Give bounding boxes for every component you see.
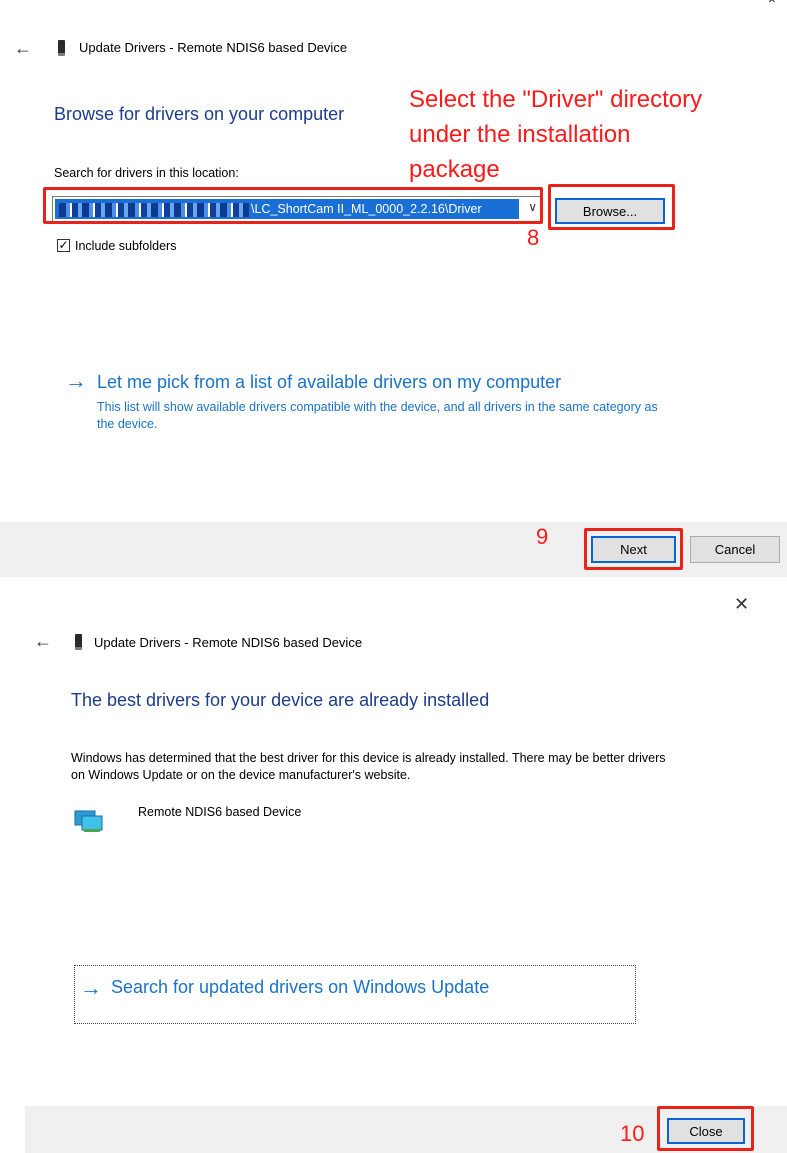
annotation-text-line3: package [409,156,500,183]
page-heading: The best drivers for your device are alr… [71,690,490,710]
windows-update-link[interactable]: Search for updated drivers on Windows Up… [111,977,489,998]
highlight-box-path [43,187,543,224]
cancel-button[interactable]: Cancel [690,536,780,563]
step-10-label: 10 [620,1121,645,1146]
arrow-right-icon: → [80,975,102,1000]
annotation-text-line1: Select the "Driver" directory [409,86,703,113]
highlight-box-close [657,1106,754,1151]
status-message: Windows has determined that the best dri… [71,751,666,782]
back-arrow-icon[interactable]: ← [14,39,32,57]
drivers-installed-dialog: ✕ ← Update Drivers - Remote NDIS6 based … [0,580,787,1153]
device-icon [58,40,65,56]
highlight-box-next [584,528,683,570]
include-subfolders-label: Include subfolders [75,239,177,253]
arrow-right-icon: → [65,368,87,393]
search-location-label: Search for drivers in this location: [54,166,239,180]
network-adapter-icon [74,810,103,832]
device-icon [75,634,82,650]
highlight-box-browse [548,184,675,230]
pick-driver-description: This list will show available drivers co… [97,400,658,431]
include-subfolders-checkbox[interactable]: ✓ [57,239,70,252]
pick-driver-link[interactable]: Let me pick from a list of available dri… [97,372,561,393]
window-title: Update Drivers - Remote NDIS6 based Devi… [94,635,363,650]
close-icon[interactable]: ✕ [734,594,749,615]
step-8-label: 8 [527,225,540,250]
page-heading: Browse for drivers on your computer [54,104,345,124]
step-9-label: 9 [536,524,549,549]
browse-drivers-dialog: ⌃ ← Update Drivers - Remote NDIS6 based … [0,0,787,580]
back-arrow-icon[interactable]: ← [34,632,52,650]
close-icon[interactable]: ⌃ [766,0,778,13]
device-name: Remote NDIS6 based Device [138,805,302,819]
annotation-text-line2: under the installation [409,121,631,148]
window-title: Update Drivers - Remote NDIS6 based Devi… [79,40,348,55]
